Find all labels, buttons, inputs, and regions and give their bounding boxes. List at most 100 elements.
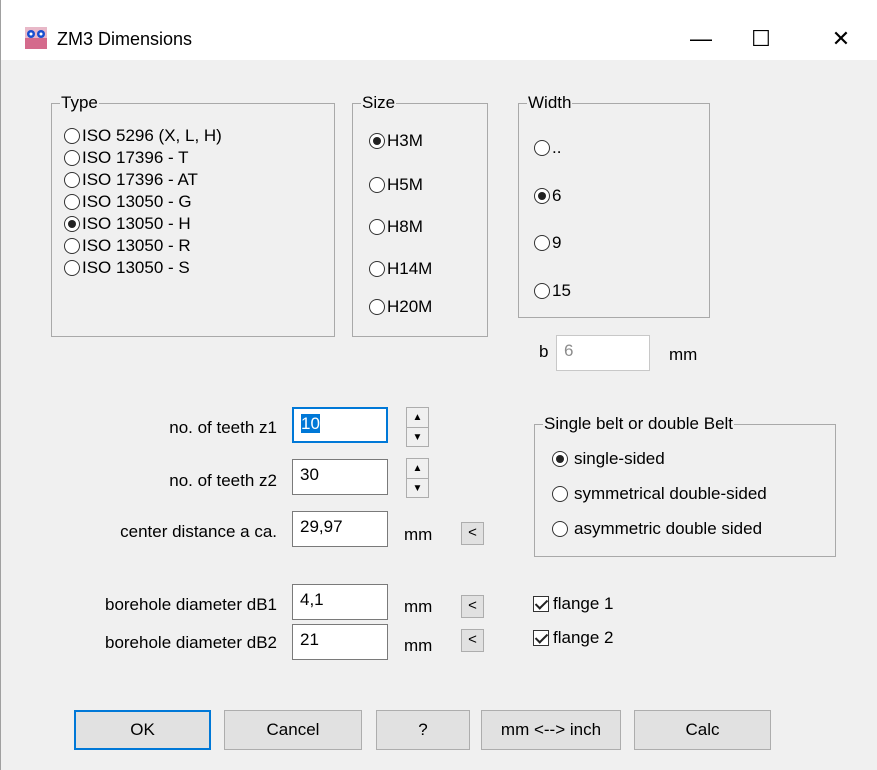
radio-icon bbox=[64, 150, 80, 166]
teeth-z1-input[interactable]: 10 bbox=[292, 407, 388, 443]
flange1-checkbox[interactable]: flange 1 bbox=[533, 593, 614, 615]
teeth-z2-spinner[interactable]: ▲ ▼ bbox=[406, 458, 429, 498]
teeth-z1-value: 10 bbox=[301, 414, 320, 433]
spin-down-icon[interactable]: ▼ bbox=[407, 428, 428, 447]
unit-convert-button[interactable]: mm <--> inch bbox=[481, 710, 621, 750]
belt-option-symmetrical[interactable]: symmetrical double-sided bbox=[552, 483, 767, 505]
radio-icon bbox=[64, 128, 80, 144]
radio-label: single-sided bbox=[574, 449, 665, 468]
radio-label: H20M bbox=[387, 297, 433, 316]
borehole-db2-input[interactable]: 21 bbox=[292, 624, 388, 660]
type-option-iso17396-t[interactable]: ISO 17396 - T bbox=[64, 147, 188, 169]
width-group-legend: Width bbox=[527, 93, 573, 112]
window-title: ZM3 Dimensions bbox=[57, 29, 193, 49]
radio-icon bbox=[552, 486, 568, 502]
size-option-h8m[interactable]: H8M bbox=[369, 216, 423, 238]
belt-group-legend: Single belt or double Belt bbox=[543, 414, 735, 433]
size-option-h3m[interactable]: H3M bbox=[369, 130, 423, 152]
checkbox-checked-icon bbox=[533, 596, 549, 612]
radio-label: .. bbox=[552, 138, 562, 157]
radio-label: ISO 13050 - R bbox=[82, 236, 191, 255]
width-option-15[interactable]: 15 bbox=[534, 280, 571, 302]
radio-label: ISO 17396 - AT bbox=[82, 170, 198, 189]
radio-label: asymmetric double sided bbox=[574, 519, 763, 538]
type-option-iso17396-at[interactable]: ISO 17396 - AT bbox=[64, 169, 198, 191]
width-option-9[interactable]: 9 bbox=[534, 232, 561, 254]
maximize-button[interactable]: ☐ bbox=[731, 18, 791, 60]
radio-selected-icon bbox=[552, 451, 568, 467]
flange2-checkbox[interactable]: flange 2 bbox=[533, 627, 614, 649]
radio-icon bbox=[534, 283, 550, 299]
type-group-legend: Type bbox=[60, 93, 99, 112]
dialog-window: ZM3 Dimensions — ☐ ✕ Type ISO 5296 (X, L… bbox=[0, 0, 877, 770]
center-distance-label: center distance a ca. bbox=[120, 522, 277, 541]
b-unit: mm bbox=[669, 345, 698, 364]
radio-label: H14M bbox=[387, 259, 433, 278]
type-option-iso13050-h[interactable]: ISO 13050 - H bbox=[64, 213, 191, 235]
center-distance-apply-button[interactable]: < bbox=[461, 522, 484, 545]
teeth-z1-label: no. of teeth z1 bbox=[169, 418, 277, 437]
size-option-h5m[interactable]: H5M bbox=[369, 174, 423, 196]
radio-icon bbox=[534, 235, 550, 251]
borehole-db1-unit: mm bbox=[404, 597, 433, 616]
borehole-db1-apply-button[interactable]: < bbox=[461, 595, 484, 618]
checkbox-checked-icon bbox=[533, 630, 549, 646]
teeth-z1-spinner[interactable]: ▲ ▼ bbox=[406, 407, 429, 447]
borehole-db1-label: borehole diameter dB1 bbox=[104, 595, 277, 614]
checkbox-label: flange 1 bbox=[553, 594, 614, 613]
width-option-dots[interactable]: .. bbox=[534, 137, 561, 159]
close-button[interactable]: ✕ bbox=[811, 18, 871, 60]
radio-label: ISO 13050 - S bbox=[82, 258, 190, 277]
radio-label: ISO 17396 - T bbox=[82, 148, 189, 167]
borehole-db2-label: borehole diameter dB2 bbox=[104, 633, 277, 652]
ok-button[interactable]: OK bbox=[74, 710, 211, 750]
help-button[interactable]: ? bbox=[376, 710, 470, 750]
radio-label: 9 bbox=[552, 233, 562, 252]
radio-icon bbox=[64, 172, 80, 188]
teeth-z2-label: no. of teeth z2 bbox=[169, 471, 277, 490]
size-group-legend: Size bbox=[361, 93, 397, 112]
borehole-db1-input[interactable]: 4,1 bbox=[292, 584, 388, 620]
radio-icon bbox=[552, 521, 568, 537]
spin-up-icon[interactable]: ▲ bbox=[407, 408, 428, 428]
spin-down-icon[interactable]: ▼ bbox=[407, 479, 428, 498]
radio-label: H5M bbox=[387, 175, 423, 194]
radio-label: 6 bbox=[552, 186, 562, 205]
radio-icon bbox=[369, 299, 385, 315]
borehole-db2-unit: mm bbox=[404, 636, 433, 655]
radio-label: ISO 13050 - H bbox=[82, 214, 191, 233]
belt-option-asymmetric[interactable]: asymmetric double sided bbox=[552, 518, 762, 540]
minimize-button[interactable]: — bbox=[671, 18, 731, 60]
radio-label: ISO 5296 (X, L, H) bbox=[82, 126, 222, 145]
center-distance-unit: mm bbox=[404, 525, 433, 544]
radio-icon bbox=[369, 177, 385, 193]
radio-label: 15 bbox=[552, 281, 571, 300]
teeth-z2-input[interactable]: 30 bbox=[292, 459, 388, 495]
width-option-6[interactable]: 6 bbox=[534, 185, 561, 207]
type-option-iso13050-s[interactable]: ISO 13050 - S bbox=[64, 257, 190, 279]
calc-button[interactable]: Calc bbox=[634, 710, 771, 750]
radio-selected-icon bbox=[64, 216, 80, 232]
type-option-iso13050-g[interactable]: ISO 13050 - G bbox=[64, 191, 192, 213]
size-option-h14m[interactable]: H14M bbox=[369, 258, 432, 280]
radio-icon bbox=[534, 140, 550, 156]
radio-icon bbox=[369, 261, 385, 277]
center-distance-input[interactable]: 29,97 bbox=[292, 511, 388, 547]
borehole-db2-apply-button[interactable]: < bbox=[461, 629, 484, 652]
b-input[interactable]: 6 bbox=[556, 335, 650, 371]
cancel-button[interactable]: Cancel bbox=[224, 710, 362, 750]
radio-icon bbox=[64, 260, 80, 276]
radio-label: ISO 13050 - G bbox=[82, 192, 192, 211]
radio-selected-icon bbox=[534, 188, 550, 204]
app-icon bbox=[25, 27, 47, 49]
type-option-iso5296[interactable]: ISO 5296 (X, L, H) bbox=[64, 125, 222, 147]
title-bar[interactable]: ZM3 Dimensions — ☐ ✕ bbox=[1, 0, 877, 60]
belt-option-single-sided[interactable]: single-sided bbox=[552, 448, 665, 470]
size-option-h20m[interactable]: H20M bbox=[369, 296, 432, 318]
b-label: b bbox=[539, 342, 549, 361]
type-option-iso13050-r[interactable]: ISO 13050 - R bbox=[64, 235, 191, 257]
radio-icon bbox=[369, 219, 385, 235]
radio-label: H3M bbox=[387, 131, 423, 150]
radio-label: H8M bbox=[387, 217, 423, 236]
spin-up-icon[interactable]: ▲ bbox=[407, 459, 428, 479]
